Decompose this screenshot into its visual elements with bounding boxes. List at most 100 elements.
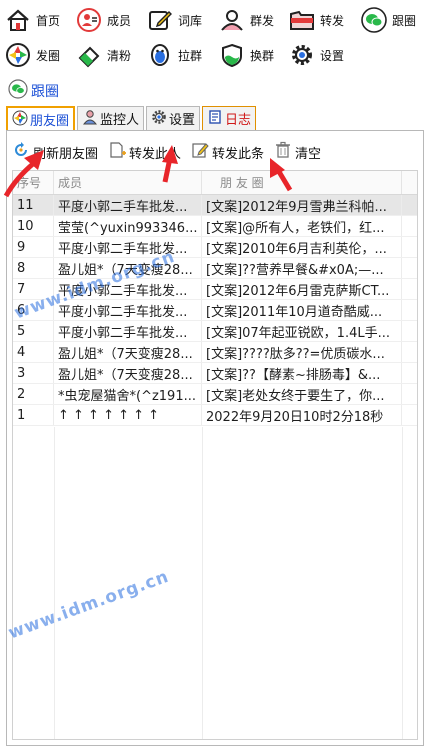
cell-member: 盈儿姐*（7天变瘦28... [54, 258, 202, 278]
section-header: 跟圈 [8, 79, 59, 102]
table-row[interactable]: 3 盈儿姐*（7天变瘦28... [文案]??【酵素~排肠毒】&... [13, 363, 417, 384]
table-row[interactable]: 7 平度小郭二手车批发... [文案]2012年6月雷克萨斯CT... [13, 279, 417, 300]
cell-index: 1 [13, 405, 54, 425]
qq-penguin-icon [146, 41, 174, 69]
nav-pull-group[interactable]: 拉群 [146, 37, 202, 73]
cell-member: 盈儿姐*（7天变瘦28... [54, 342, 202, 362]
cell-index: 2 [13, 384, 54, 404]
refresh-moments-label: 刷新朋友圈 [33, 146, 99, 162]
cell-moment: [文案]2012年6月雷克萨斯CT... [202, 279, 402, 299]
section-title: 跟圈 [31, 84, 59, 100]
pencil-icon [146, 6, 174, 34]
nav-settings[interactable]: 设置 [288, 37, 344, 73]
table-row[interactable]: 5 平度小郭二手车批发... [文案]07年起亚锐欧，1.4L手... [13, 321, 417, 342]
cell-member: *虫宠屋猫舍*(^z191... [54, 384, 202, 404]
cell-moment: [文案]??营养早餐&#x0A;—... [202, 258, 402, 278]
table-row[interactable]: 4 盈儿姐*（7天变瘦28... [文案]????肽多??=优质碳水... [13, 342, 417, 363]
tab-label: 日志 [225, 113, 252, 128]
home-icon [4, 6, 32, 34]
nav-label: 转发 [320, 13, 345, 28]
table-row[interactable]: 6 平度小郭二手车批发... [文案]2011年10月道奇酷威... [13, 300, 417, 321]
new-doc-icon [108, 141, 127, 163]
cell-member: ↑ ↑ ↑ ↑ ↑ ↑ ↑ [54, 405, 202, 425]
cell-extra [402, 363, 417, 383]
table-row[interactable]: 8 盈儿姐*（7天变瘦28... [文案]??营养早餐&#x0A;—... [13, 258, 417, 279]
nav-mass-send[interactable]: 群发 [218, 2, 274, 38]
wechat-icon [360, 6, 388, 34]
edit-icon [191, 141, 209, 163]
nav-post-circle[interactable]: 发圈 [4, 37, 60, 73]
tab-moments[interactable]: 朋友圈 [6, 106, 76, 131]
cell-moment: [文案]老处女终于要生了，你... [202, 384, 402, 404]
clear-button[interactable]: 清空 [274, 141, 321, 163]
nav-switch-group[interactable]: 换群 [218, 37, 274, 73]
nav-label: 首页 [36, 13, 61, 28]
column-header-moments[interactable]: 朋 友 圈 [202, 171, 402, 194]
tab-strip: 朋友圈 监控人 设置 日志 [6, 106, 258, 131]
cell-index: 6 [13, 300, 54, 320]
column-header-member[interactable]: 成员 [54, 171, 202, 194]
nav-label: 换群 [250, 48, 275, 63]
cell-member: 平度小郭二手车批发... [54, 237, 202, 257]
cell-moment: [文案]????肽多??=优质碳水... [202, 342, 402, 362]
nav-lexicon[interactable]: 词库 [146, 2, 202, 38]
gear-icon [151, 109, 167, 129]
cell-extra [402, 300, 417, 320]
cell-extra [402, 384, 417, 404]
moments-table[interactable]: 序号 成员 朋 友 圈 11 平度小郭二手车批发... [文案]2012年9月雪弗兰… [12, 170, 418, 740]
cell-member: 平度小郭二手车批发... [54, 279, 202, 299]
cell-member: 平度小郭二手车批发... [54, 300, 202, 320]
nav-label: 跟圈 [392, 13, 417, 28]
cell-extra [402, 405, 417, 425]
shield-icon [218, 41, 246, 69]
camera-circle-icon [4, 41, 32, 69]
nav-label: 设置 [320, 48, 345, 63]
cell-index: 4 [13, 342, 54, 362]
cell-extra [402, 321, 417, 341]
cell-extra [402, 342, 417, 362]
table-row[interactable]: 1 ↑ ↑ ↑ ↑ ↑ ↑ ↑ 2022年9月20日10时2分18秒 [13, 405, 417, 426]
nav-follow-circle[interactable]: 跟圈 [360, 2, 416, 38]
toolbar: 刷新朋友圈 转发此人 转发此条 清空 [12, 139, 331, 165]
cell-member: 盈儿姐*（7天变瘦28... [54, 363, 202, 383]
cell-member: 平度小郭二手车批发... [54, 195, 202, 215]
nav-label: 发圈 [36, 48, 61, 63]
cell-moment: [文案]07年起亚锐欧，1.4L手... [202, 321, 402, 341]
cell-moment: [文案]2012年9月雪弗兰科帕... [202, 195, 402, 215]
nav-home[interactable]: 首页 [4, 2, 60, 38]
forward-person-button[interactable]: 转发此人 [108, 141, 181, 163]
cell-member: 平度小郭二手车批发... [54, 321, 202, 341]
tab-label: 监控人 [100, 113, 140, 128]
folder-icon [288, 6, 316, 34]
nav-label: 清粉 [107, 48, 132, 63]
forward-item-button[interactable]: 转发此条 [191, 141, 264, 163]
nav-label: 群发 [250, 13, 275, 28]
cell-index: 7 [13, 279, 54, 299]
trash-icon [274, 141, 292, 163]
cell-extra [402, 237, 417, 257]
forward-person-label: 转发此人 [129, 146, 182, 162]
nav-members[interactable]: 成员 [75, 2, 131, 38]
tab-log[interactable]: 日志 [202, 106, 257, 130]
table-header: 序号 成员 朋 友 圈 [13, 171, 417, 195]
cell-index: 9 [13, 237, 54, 257]
cell-moment: [文案]@所有人，老铁们，红... [202, 216, 402, 236]
table-row[interactable]: 11 平度小郭二手车批发... [文案]2012年9月雪弗兰科帕... [13, 195, 417, 216]
cell-moment: 2022年9月20日10时2分18秒 [202, 405, 402, 425]
nav-forward[interactable]: 转发 [288, 2, 344, 38]
column-header-extra [402, 171, 417, 194]
clear-label: 清空 [295, 146, 322, 162]
cell-index: 5 [13, 321, 54, 341]
column-header-index[interactable]: 序号 [13, 171, 54, 194]
gear-icon [288, 41, 316, 69]
cell-extra [402, 258, 417, 278]
table-row[interactable]: 10 莹莹(^yuxin993346... [文案]@所有人，老铁们，红... [13, 216, 417, 237]
nav-clean-fans[interactable]: 清粉 [75, 37, 131, 73]
nav-label: 词库 [178, 13, 203, 28]
table-row[interactable]: 9 平度小郭二手车批发... [文案]2010年6月吉利英伦，... [13, 237, 417, 258]
refresh-moments-button[interactable]: 刷新朋友圈 [12, 141, 98, 163]
tab-monitor[interactable]: 监控人 [77, 106, 145, 130]
tab-settings[interactable]: 设置 [146, 106, 201, 130]
table-row[interactable]: 2 *虫宠屋猫舍*(^z191... [文案]老处女终于要生了，你... [13, 384, 417, 405]
nav-label: 成员 [107, 13, 132, 28]
